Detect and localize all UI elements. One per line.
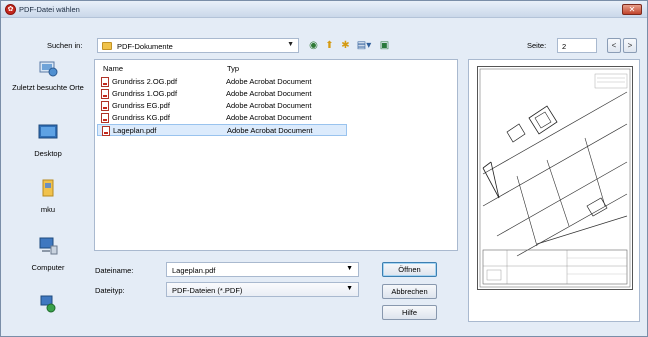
file-name: Grundriss KG.pdf <box>112 113 170 122</box>
help-button[interactable]: Hilfe <box>382 305 437 320</box>
filename-label: Dateiname: <box>95 266 134 275</box>
lookin-label: Suchen in: <box>47 41 83 50</box>
user-folder-icon <box>42 179 54 197</box>
pdf-file-icon <box>102 126 110 136</box>
up-folder-icon[interactable]: ⬆ <box>323 39 336 52</box>
filename-input[interactable]: Lageplan.pdf ▼ <box>166 262 359 277</box>
chevron-down-icon: ▼ <box>287 41 294 48</box>
filetype-value: PDF-Dateien (*.PDF) <box>172 286 243 295</box>
file-open-dialog: ✿ PDF-Datei wählen ✕ Suchen in: PDF-Doku… <box>0 0 648 337</box>
place-label: mku <box>40 205 56 214</box>
places-bar: Zuletzt besuchte Orte Desktop mku Comput… <box>7 59 89 321</box>
place-network[interactable] <box>7 295 89 319</box>
file-type: Adobe Acrobat Document <box>226 101 312 110</box>
file-type: Adobe Acrobat Document <box>226 77 312 86</box>
title-bar[interactable]: ✿ PDF-Datei wählen ✕ <box>1 1 647 18</box>
column-header-type[interactable]: Typ <box>227 64 239 73</box>
desktop-icon <box>38 124 58 139</box>
filetype-dropdown[interactable]: PDF-Dateien (*.PDF) ▼ <box>166 282 359 297</box>
place-label: Computer <box>31 263 65 272</box>
file-row[interactable]: Grundriss 2.OG.pdf Adobe Acrobat Documen… <box>97 76 347 88</box>
window-title: PDF-Datei wählen <box>19 5 80 14</box>
pdf-file-icon <box>101 101 109 111</box>
place-label: Zuletzt besuchte Orte <box>12 83 84 92</box>
file-row[interactable]: Grundriss EG.pdf Adobe Acrobat Document <box>97 100 347 112</box>
file-name: Grundriss EG.pdf <box>112 101 170 110</box>
pdf-file-icon <box>101 89 109 99</box>
network-icon <box>40 295 56 313</box>
recent-places-icon <box>39 61 58 77</box>
next-page-button[interactable]: > <box>623 38 637 53</box>
new-folder-icon[interactable]: ✱ <box>339 39 352 52</box>
close-icon: ✕ <box>628 5 636 14</box>
pdf-file-icon <box>101 113 109 123</box>
filetype-label: Dateityp: <box>95 286 125 295</box>
open-button[interactable]: Öffnen <box>382 262 437 277</box>
pdf-file-icon <box>101 77 109 87</box>
file-name: Grundriss 2.OG.pdf <box>112 77 178 86</box>
lookin-dropdown[interactable]: PDF-Dokumente ▼ <box>97 38 299 53</box>
column-header-name[interactable]: Name <box>103 64 123 73</box>
preview-toggle-icon[interactable]: ▣ <box>378 39 391 52</box>
file-type: Adobe Acrobat Document <box>226 113 312 122</box>
file-row[interactable]: Grundriss 1.OG.pdf Adobe Acrobat Documen… <box>97 88 347 100</box>
file-name: Grundriss 1.OG.pdf <box>112 89 178 98</box>
place-computer[interactable]: Computer <box>7 237 89 277</box>
chevron-down-icon[interactable]: ▼ <box>346 265 353 272</box>
page-label: Seite: <box>527 41 547 50</box>
chevron-down-icon: ▼ <box>346 285 353 292</box>
file-list[interactable]: Name Typ Grundriss 2.OG.pdf Adobe Acroba… <box>94 59 458 251</box>
pdf-preview-pane <box>468 59 640 322</box>
file-row-selected[interactable]: Lageplan.pdf Adobe Acrobat Document <box>97 124 347 136</box>
filename-value: Lageplan.pdf <box>172 266 216 275</box>
app-icon: ✿ <box>5 4 16 15</box>
close-button[interactable]: ✕ <box>622 4 642 15</box>
cancel-button[interactable]: Abbrechen <box>382 284 437 299</box>
file-type: Adobe Acrobat Document <box>227 126 313 135</box>
file-row[interactable]: Grundriss KG.pdf Adobe Acrobat Document <box>97 112 347 124</box>
prev-page-button[interactable]: < <box>607 38 621 53</box>
place-label: Desktop <box>34 149 62 158</box>
place-user[interactable]: mku <box>7 179 89 219</box>
computer-icon <box>39 237 58 255</box>
lookin-value: PDF-Dokumente <box>117 42 173 51</box>
file-name: Lageplan.pdf <box>113 126 157 135</box>
back-icon[interactable]: ◉ <box>307 39 320 52</box>
page-number-field[interactable]: 2 <box>557 38 597 53</box>
folder-icon <box>102 42 112 50</box>
file-type: Adobe Acrobat Document <box>226 89 312 98</box>
site-plan-thumbnail <box>477 66 633 290</box>
place-desktop[interactable]: Desktop <box>7 123 89 163</box>
view-menu-icon[interactable]: ▤▾ <box>355 39 373 52</box>
place-recent[interactable]: Zuletzt besuchte Orte <box>7 59 89 117</box>
